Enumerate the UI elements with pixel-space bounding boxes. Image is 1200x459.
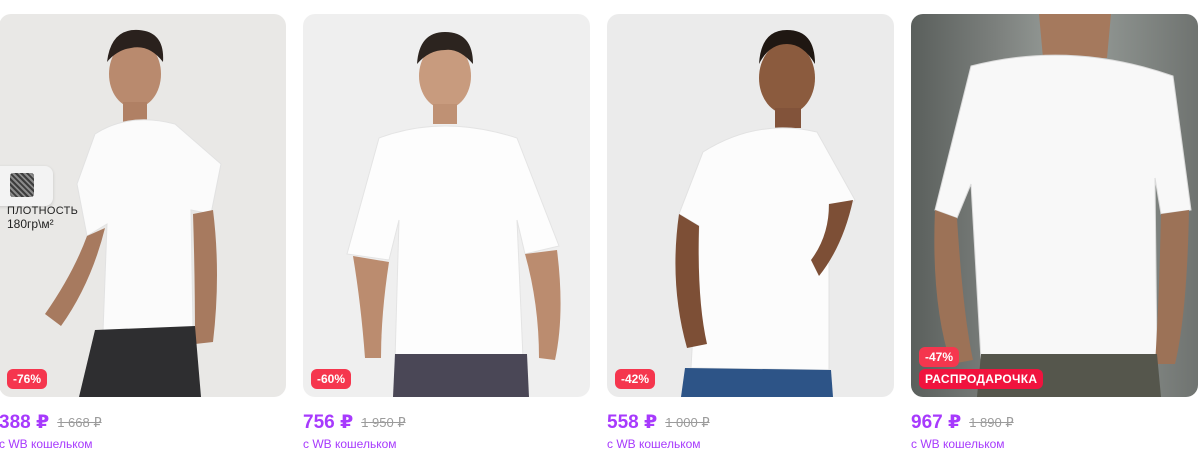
wallet-note: с WB кошельком (607, 437, 701, 451)
discount-badge: -42% (615, 369, 656, 389)
old-price: 1 890 ₽ (969, 415, 1014, 430)
density-label: ПЛОТНОСТЬ (7, 205, 79, 217)
old-price: 1 950 ₽ (361, 415, 406, 430)
price-row: 388 ₽ 1 668 ₽ (0, 412, 102, 434)
product-photo[interactable]: -60% (303, 14, 590, 397)
product-photo[interactable]: -42% (607, 14, 894, 397)
wallet-note: с WB кошельком (911, 437, 1005, 451)
current-price: 756 ₽ (303, 412, 354, 433)
discount-badge: -60% (311, 369, 352, 389)
product-card[interactable]: -47% РАСПРОДАРОЧКА 967 ₽ 1 890 ₽ с WB кош… (911, 14, 1198, 454)
discount-badge: -76% (7, 369, 48, 389)
price-row: 558 ₽ 1 000 ₽ (607, 412, 710, 434)
discount-badge: -47% (919, 347, 960, 367)
current-price: 967 ₽ (911, 412, 962, 433)
price-row: 756 ₽ 1 950 ₽ (303, 412, 406, 434)
fabric-texture-icon (10, 173, 34, 197)
sale-promo-badge: РАСПРОДАРОЧКА (919, 369, 1044, 389)
product-photo[interactable]: -47% РАСПРОДАРОЧКА (911, 14, 1198, 397)
product-card[interactable]: -42% 558 ₽ 1 000 ₽ с WB кошельком (607, 14, 894, 454)
wallet-note: с WB кошельком (303, 437, 397, 451)
smiling-model-in-white-tshirt-image (675, 30, 856, 397)
current-price: 388 ₽ (0, 412, 50, 433)
old-price: 1 000 ₽ (665, 415, 710, 430)
product-grid: -76% ПЛОТНОСТЬ 180гр\м² 388 ₽ 1 668 ₽ с W… (0, 0, 1200, 459)
wallet-note: с WB кошельком (0, 437, 93, 451)
model-in-white-tshirt-outdoor-image (934, 14, 1192, 397)
model-in-oversized-white-tshirt-image (346, 32, 561, 397)
current-price: 558 ₽ (607, 412, 658, 433)
density-value: 180гр\м² (7, 217, 54, 231)
product-card[interactable]: -60% 756 ₽ 1 950 ₽ с WB кошельком (303, 14, 590, 454)
price-row: 967 ₽ 1 890 ₽ (911, 412, 1014, 434)
product-card[interactable]: -76% ПЛОТНОСТЬ 180гр\м² 388 ₽ 1 668 ₽ с W… (0, 14, 286, 454)
density-badge (0, 166, 53, 206)
old-price: 1 668 ₽ (57, 415, 102, 430)
